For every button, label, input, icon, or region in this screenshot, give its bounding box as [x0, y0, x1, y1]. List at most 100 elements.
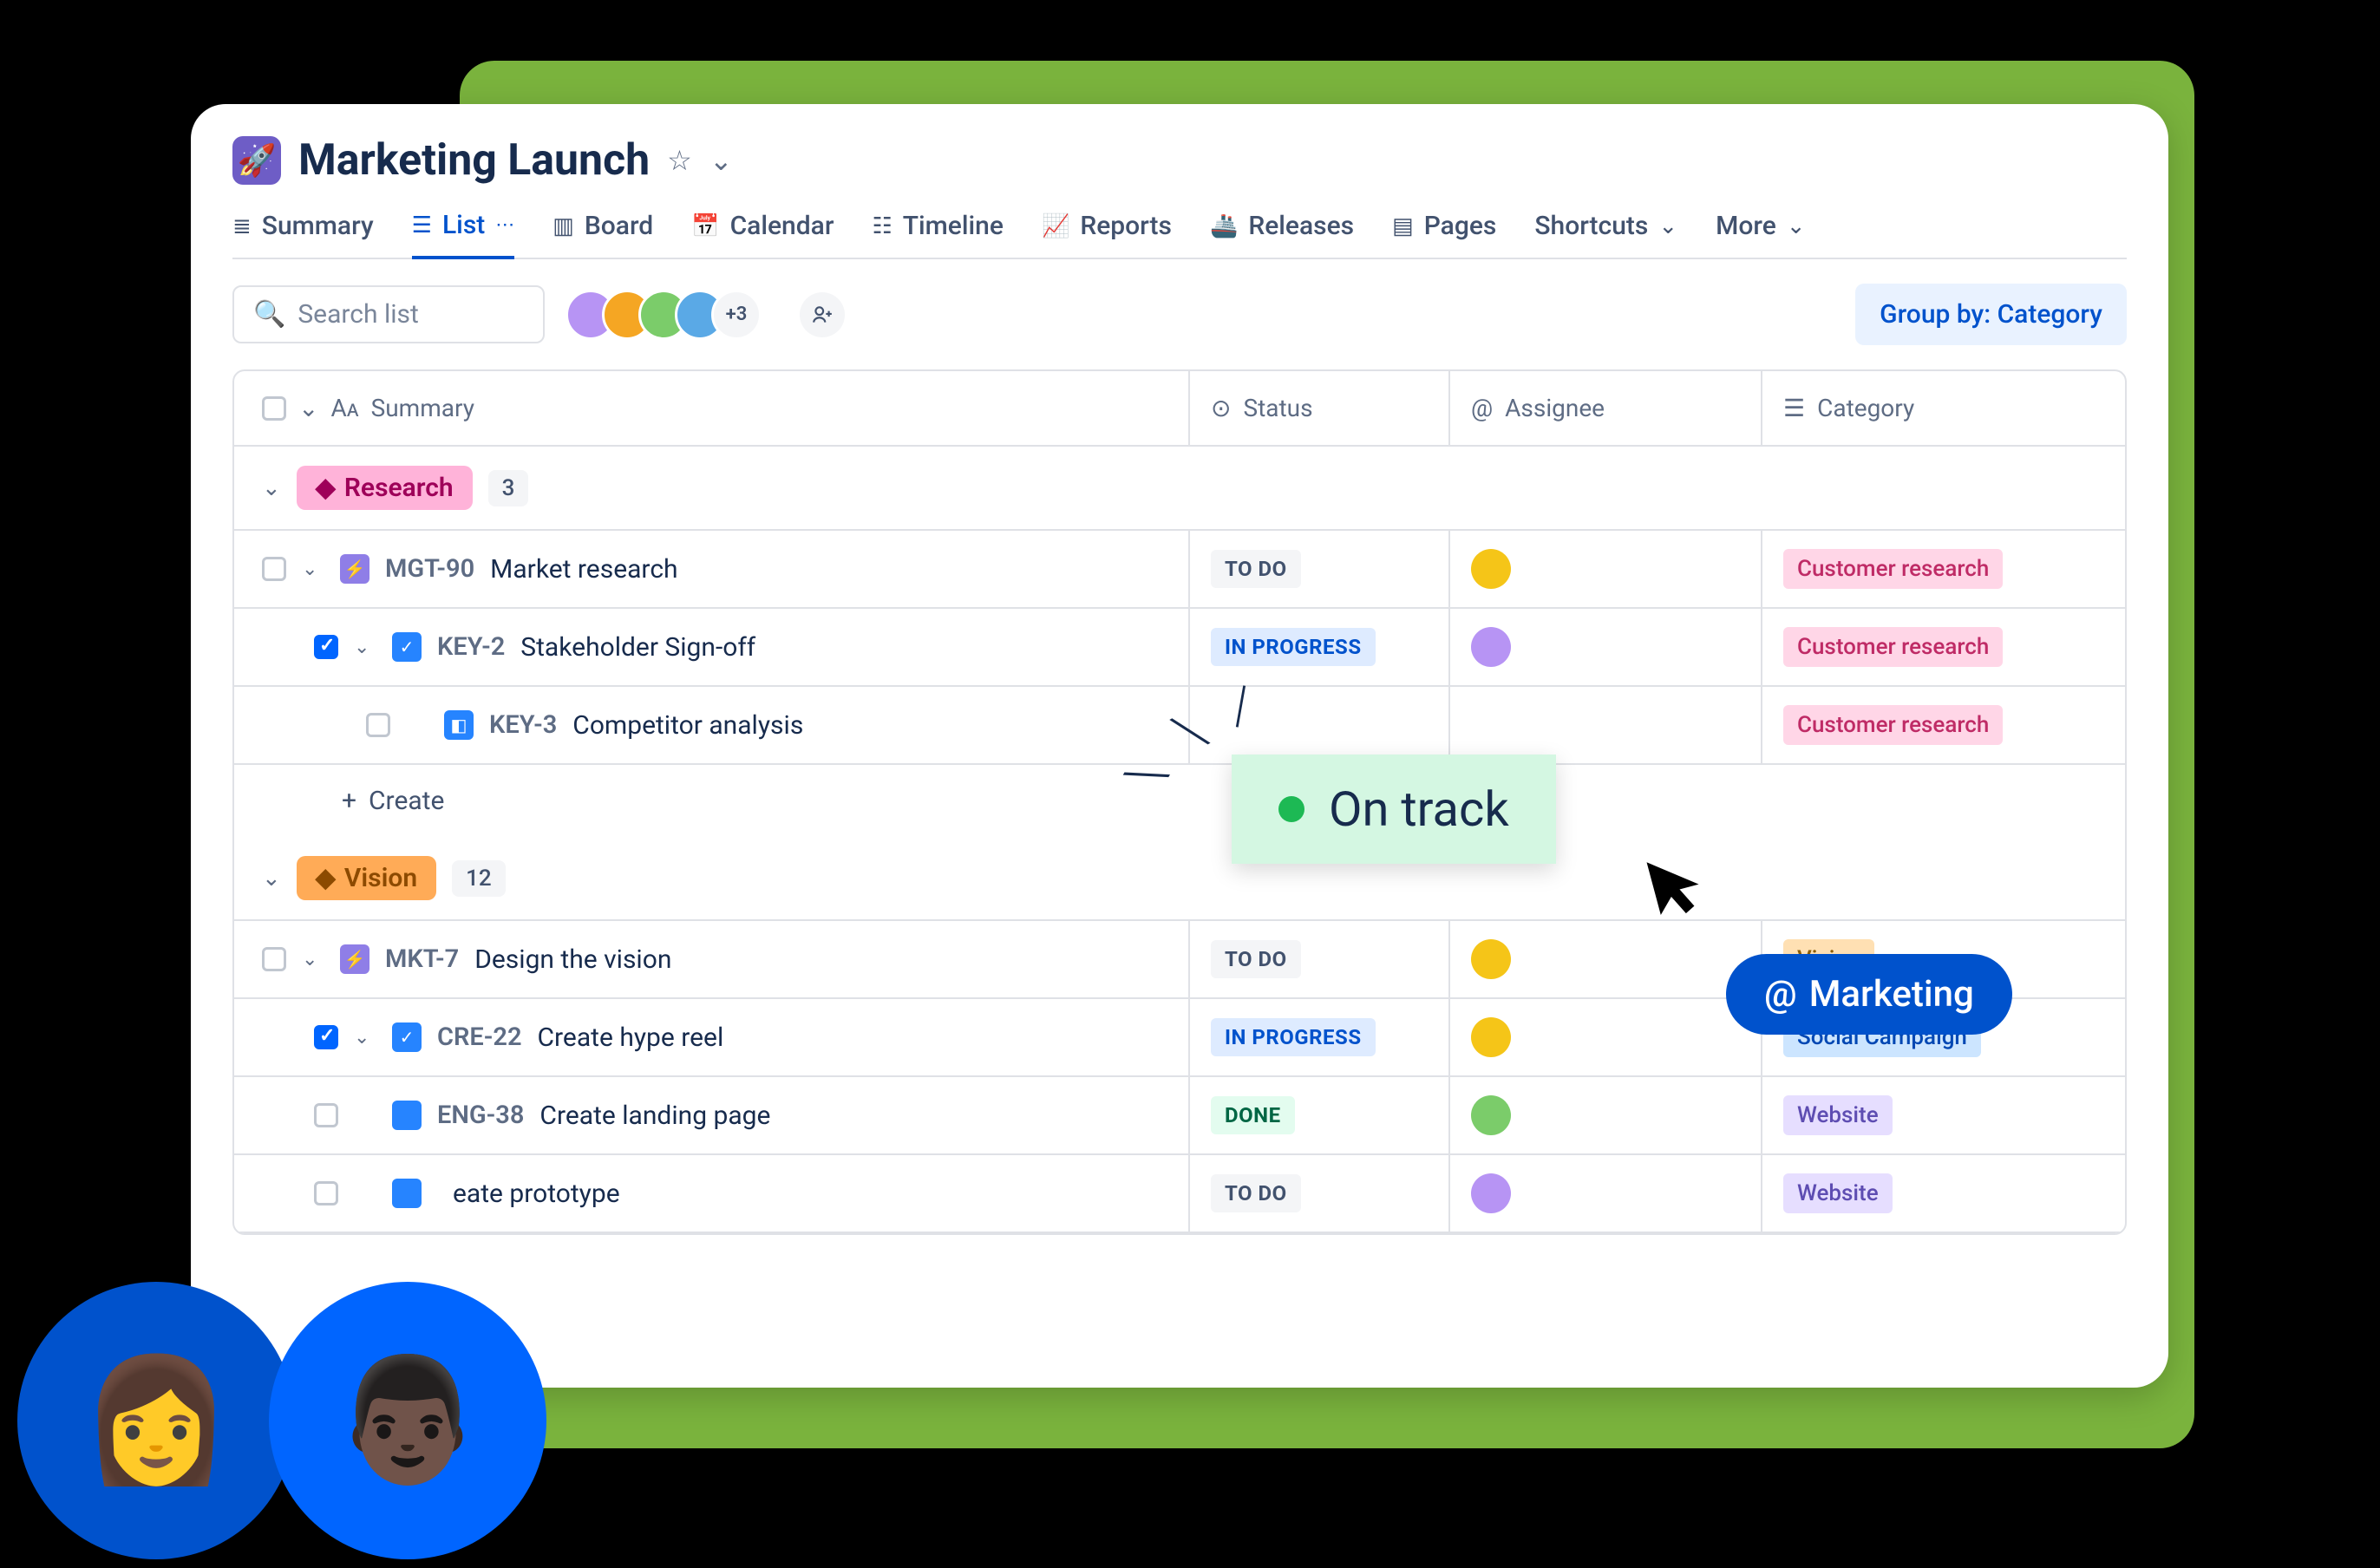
summary-icon: ≣ [232, 213, 252, 239]
tab-pages[interactable]: ▤Pages [1392, 210, 1496, 258]
row-checkbox[interactable] [262, 557, 286, 581]
row-checkbox[interactable] [314, 1181, 338, 1205]
status-badge[interactable]: DONE [1211, 1096, 1295, 1134]
search-input[interactable]: 🔍 Search list [232, 285, 545, 343]
group-header[interactable]: ⌄ ◆ Vision 12 [234, 837, 2125, 921]
status-badge[interactable]: TO DO [1211, 940, 1301, 978]
col-category[interactable]: ☰ Category [1761, 371, 2125, 445]
timeline-icon: ☷ [872, 213, 892, 239]
row-checkbox[interactable] [314, 1103, 338, 1127]
group-by-button[interactable]: Group by: Category [1855, 284, 2127, 345]
category-badge[interactable]: Website [1783, 1095, 1893, 1135]
issue-key[interactable]: MKT-7 [385, 944, 459, 974]
list-icon: ☰ [412, 212, 432, 238]
status-badge[interactable]: IN PROGRESS [1211, 628, 1376, 666]
project-title: Marketing Launch [298, 135, 650, 186]
tab-list-more-icon[interactable]: ⋯ [495, 214, 514, 236]
issue-key[interactable]: ENG-38 [437, 1101, 524, 1130]
row-checkbox[interactable] [366, 713, 390, 737]
group-header[interactable]: ⌄ ◆ Research 3 [234, 447, 2125, 531]
issue-title[interactable]: eate prototype [453, 1179, 620, 1209]
chevron-down-icon[interactable]: ⌄ [302, 559, 324, 580]
tab-board[interactable]: ▥ Board [552, 210, 653, 258]
status-badge[interactable]: IN PROGRESS [1211, 1018, 1376, 1056]
create-label: Create [369, 786, 444, 816]
tab-pages-label: Pages [1424, 211, 1497, 241]
row-checkbox[interactable] [262, 947, 286, 971]
tab-more[interactable]: More⌄ [1716, 210, 1805, 258]
tab-list[interactable]: ☰List⋯ [412, 210, 515, 259]
tab-timeline[interactable]: ☷Timeline [872, 210, 1004, 258]
category-badge[interactable]: Customer research [1783, 705, 2003, 745]
tab-reports[interactable]: 📈 Reports [1042, 210, 1172, 258]
issue-title[interactable]: Create hype reel [538, 1022, 724, 1053]
calendar-icon: 📅 [691, 213, 719, 239]
tab-calendar[interactable]: 📅Calendar [691, 210, 834, 258]
issue-key[interactable]: KEY-2 [437, 632, 505, 662]
assignee-avatar[interactable] [1471, 627, 1511, 667]
status-overlay-ontrack[interactable]: On track [1232, 755, 1556, 864]
status-badge[interactable]: TO DO [1211, 1174, 1301, 1212]
issue-key[interactable]: KEY-3 [489, 710, 557, 740]
add-person-button[interactable] [800, 292, 845, 337]
category-badge[interactable]: Customer research [1783, 627, 2003, 667]
col-summary[interactable]: ⌄ Aᴀ Summary [234, 371, 1188, 445]
assignee-avatar[interactable] [1471, 1017, 1511, 1057]
tab-board-label: Board [585, 211, 653, 241]
table-row[interactable]: ⌄ ⚡ MGT-90 Market research TO DO Custome… [234, 531, 2125, 609]
issue-key[interactable]: CRE-22 [437, 1022, 522, 1052]
assignee-avatar[interactable] [1471, 939, 1511, 979]
issue-key[interactable]: MGT-90 [385, 554, 474, 584]
board-icon: ▥ [552, 213, 574, 239]
col-status[interactable]: ⊙ Status [1188, 371, 1448, 445]
chevron-down-icon[interactable]: ⌄ [298, 394, 318, 422]
tab-summary[interactable]: ≣Summary [232, 210, 374, 258]
issue-type-icon: ✓ [392, 1022, 422, 1052]
group-pill[interactable]: ◆ Vision [297, 856, 436, 900]
tab-reports-label: Reports [1080, 211, 1172, 241]
star-icon[interactable]: ☆ [667, 144, 692, 177]
chevron-down-icon[interactable]: ⌄ [262, 475, 281, 501]
chevron-down-icon[interactable]: ⌄ [302, 949, 324, 970]
avatar-stack[interactable]: +3 [566, 290, 762, 340]
issue-type-icon: ✓ [392, 632, 422, 662]
assignee-avatar[interactable] [1471, 1173, 1511, 1213]
issue-title[interactable]: Stakeholder Sign-off [520, 632, 755, 663]
project-icon[interactable]: 🚀 [232, 136, 281, 185]
status-badge[interactable]: TO DO [1211, 550, 1301, 588]
at-icon: @ [1764, 973, 1797, 1016]
category-icon: ☰ [1783, 394, 1805, 422]
chevron-down-icon[interactable]: ⌄ [354, 637, 376, 658]
col-status-label: Status [1243, 394, 1312, 422]
group-pill[interactable]: ◆ Research [297, 466, 473, 510]
issue-type-icon: ⚡ [340, 944, 369, 974]
avatar-overflow[interactable]: +3 [711, 290, 762, 340]
issue-title[interactable]: Competitor analysis [572, 710, 803, 741]
group-count: 12 [452, 860, 506, 897]
search-placeholder: Search list [298, 299, 418, 330]
reports-icon: 📈 [1042, 213, 1069, 239]
category-badge[interactable]: Customer research [1783, 549, 2003, 589]
add-person-icon [811, 304, 834, 326]
row-checkbox[interactable] [314, 1025, 338, 1049]
issue-title[interactable]: Create landing page [539, 1101, 770, 1131]
assignee-avatar[interactable] [1471, 1095, 1511, 1135]
mention-pill[interactable]: @ Marketing [1726, 954, 2012, 1035]
select-all-checkbox[interactable] [262, 396, 286, 421]
category-badge[interactable]: Website [1783, 1173, 1893, 1213]
project-chevron-icon[interactable]: ⌄ [709, 144, 733, 177]
col-assignee[interactable]: @ Assignee [1448, 371, 1761, 445]
table-row[interactable]: ENG-38 Create landing page DONE Website [234, 1077, 2125, 1155]
tab-shortcuts[interactable]: Shortcuts⌄ [1534, 210, 1677, 258]
create-row[interactable]: +Create [234, 765, 2125, 837]
issue-title[interactable]: Market research [490, 554, 677, 585]
row-checkbox[interactable] [314, 635, 338, 659]
table-row[interactable]: eate prototype TO DO Website [234, 1155, 2125, 1233]
issue-title[interactable]: Design the vision [474, 944, 671, 975]
issue-table: ⌄ Aᴀ Summary ⊙ Status @ Assignee ☰ Categ… [232, 369, 2127, 1235]
chevron-down-icon[interactable]: ⌄ [354, 1027, 376, 1049]
table-row[interactable]: ⌄ ✓ KEY-2 Stakeholder Sign-off IN PROGRE… [234, 609, 2125, 687]
chevron-down-icon[interactable]: ⌄ [262, 866, 281, 892]
tab-releases[interactable]: 🚢Releases [1210, 210, 1354, 258]
assignee-avatar[interactable] [1471, 549, 1511, 589]
